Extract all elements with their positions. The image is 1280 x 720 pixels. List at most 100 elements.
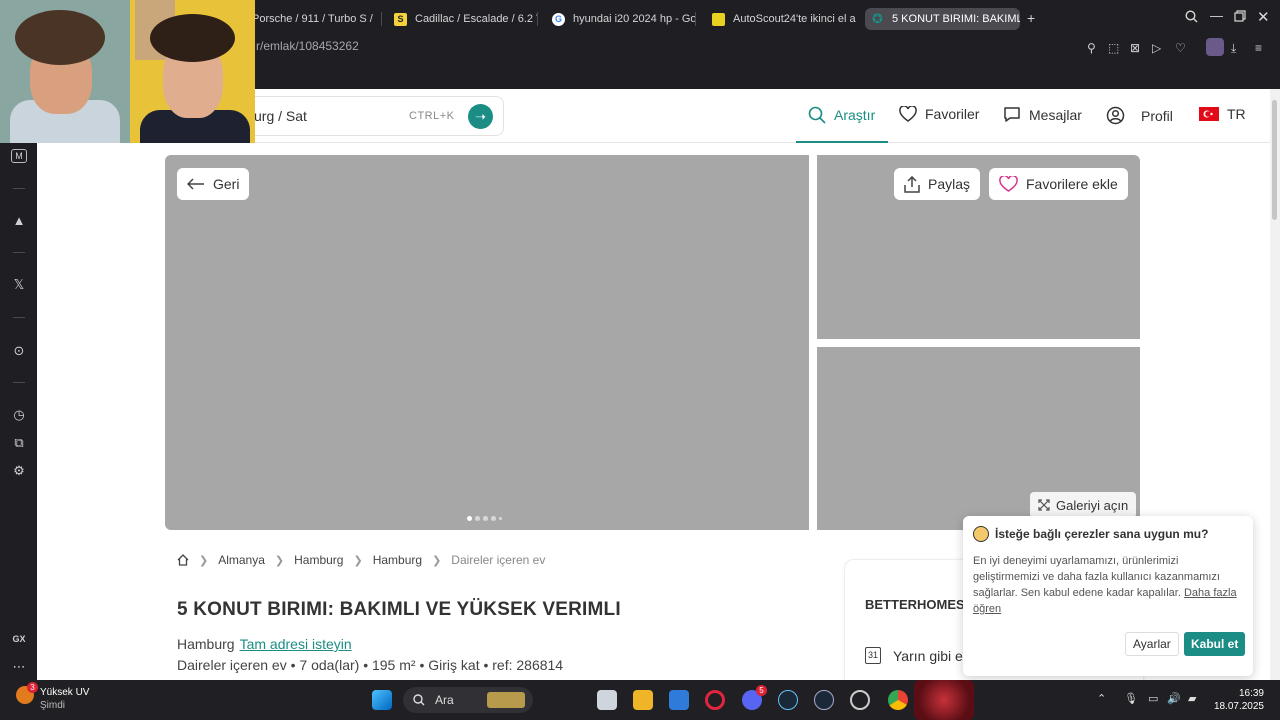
profile-avatar-icon[interactable]	[1206, 38, 1224, 56]
steam-secondary-icon[interactable]	[814, 690, 834, 710]
chrome-icon[interactable]	[888, 690, 908, 710]
windows-start-icon[interactable]	[372, 690, 392, 710]
file-explorer-icon[interactable]	[633, 690, 653, 710]
share-icon	[904, 175, 920, 193]
tab-autoscout[interactable]: AutoScout24'te ikinci el a	[706, 8, 858, 30]
listing-specs: Daireler içeren ev • 7 oda(lar) • 195 m²…	[177, 657, 564, 673]
cookie-settings-button[interactable]: Ayarlar	[1125, 632, 1179, 656]
game-app-icon[interactable]	[914, 680, 974, 720]
tab-title: Cadillac / Escalade / 6.2 V	[415, 13, 538, 25]
weather-badge: 3	[27, 682, 38, 693]
cookie-body-text: En iyi deneyimi uyarlamamızı, ürünlerimi…	[973, 555, 1220, 599]
nav-label: Araştır	[834, 107, 876, 123]
task-view-icon[interactable]	[597, 690, 617, 710]
nav-arastir[interactable]: Araştır	[808, 106, 875, 124]
visit-option[interactable]: 31 Yarın gibi e	[865, 647, 963, 664]
home-icon[interactable]	[177, 554, 189, 566]
cookie-title: İsteğe bağlı çerezler sana uygun mu?	[973, 526, 1208, 542]
display-icon[interactable]: ▭	[1148, 692, 1158, 705]
extensions-icon[interactable]: ⧉	[11, 435, 27, 451]
listing-location: Hamburg Tam adresi isteyin	[177, 636, 352, 652]
breadcrumb-item[interactable]: Hamburg	[373, 553, 422, 567]
open-gallery-label: Galeriyi açın	[1056, 497, 1129, 513]
nav-favoriler[interactable]: Favoriler	[899, 106, 979, 122]
nav-mesajlar[interactable]: Mesajlar	[1003, 106, 1082, 123]
share-label: Paylaş	[928, 176, 971, 192]
sahibinden-favicon-icon: S	[394, 12, 407, 26]
tab-title: 5 KONUT BIRIMI: BAKIMLI	[892, 13, 1020, 25]
nav-profil[interactable]: Profil	[1106, 106, 1173, 125]
gallery-main-image[interactable]	[165, 155, 809, 530]
back-button[interactable]: Geri	[177, 168, 250, 200]
cookie-accept-button[interactable]: Kabul et	[1184, 632, 1246, 656]
aria-icon[interactable]: ▲	[11, 213, 27, 228]
search-tabs-icon[interactable]	[1185, 10, 1198, 26]
search-shortcut: CTRL+K	[409, 110, 455, 122]
volume-icon[interactable]: 🔊	[1167, 692, 1181, 705]
player-icon[interactable]: ⊙	[11, 343, 27, 359]
download-icon[interactable]: ⤓	[1231, 41, 1236, 56]
gx-corner-icon[interactable]: M	[11, 149, 27, 163]
system-clock[interactable]: 16:39 18.07.2025	[1214, 687, 1264, 713]
tab-google[interactable]: G hyundai i20 2024 hp - Go	[546, 8, 696, 30]
close-icon[interactable]: ✕	[1257, 8, 1270, 26]
share-button[interactable]: Paylaş	[894, 168, 981, 200]
open-gallery-button[interactable]: Galeriyi açın	[1030, 492, 1137, 518]
cookie-consent-dialog: İsteğe bağlı çerezler sana uygun mu? En …	[963, 516, 1253, 676]
new-tab-button[interactable]: +	[1027, 10, 1035, 26]
webcam-overlay	[0, 0, 255, 143]
tab-porsche[interactable]: Porsche / 911 / Turbo S /	[246, 8, 382, 30]
taskbar: 3 Yüksek UV Şimdi Ara 5 ⌃ 🎙 ▭ 🔊 ▰ 16:39 1…	[0, 680, 1280, 720]
opera-gx-icon[interactable]	[705, 690, 725, 710]
minimize-icon[interactable]: —	[1210, 8, 1223, 23]
tab-title: AutoScout24'te ikinci el a	[733, 13, 856, 25]
block-ads-icon[interactable]: ⊠	[1130, 41, 1140, 55]
discord-badge: 5	[756, 685, 767, 696]
add-favorite-button[interactable]: Favorilere ekle	[989, 168, 1128, 200]
gallery-dots[interactable]	[467, 516, 502, 521]
x-twitter-icon[interactable]: 𝕏	[11, 277, 27, 293]
battery-icon[interactable]: ▰	[1188, 692, 1196, 705]
more-icon[interactable]: ⋯	[11, 659, 27, 675]
web-page: urg / Sat CTRL+K ➝ Araştır Favoriler Mes…	[37, 89, 1270, 680]
breadcrumb-item[interactable]: Hamburg	[294, 553, 343, 567]
tab-cadillac[interactable]: S Cadillac / Escalade / 6.2 V	[388, 8, 538, 30]
breadcrumb-item[interactable]: Almanya	[218, 553, 265, 567]
nav-language[interactable]: TR	[1199, 106, 1246, 122]
heart-outline-icon	[999, 176, 1018, 192]
clock-time: 16:39	[1238, 688, 1264, 699]
pin-icon[interactable]: ⚲	[1087, 41, 1096, 55]
request-address-link[interactable]: Tam adresi isteyin	[240, 636, 352, 652]
user-icon	[1106, 106, 1125, 125]
url-field[interactable]: r/emlak/108453262	[256, 39, 359, 53]
star-favicon-icon: ✪	[872, 11, 883, 26]
tab-active-listing[interactable]: ✪ 5 KONUT BIRIMI: BAKIMLI	[865, 8, 1020, 30]
history-icon[interactable]: ◷	[11, 407, 27, 423]
tab-title: hyundai i20 2024 hp - Go	[573, 13, 696, 25]
settings-gear-icon[interactable]: ⚙	[11, 463, 27, 479]
taskbar-search[interactable]: Ara	[403, 687, 533, 713]
microphone-icon[interactable]: 🎙	[1124, 692, 1138, 705]
search-submit-button[interactable]: ➝	[468, 104, 493, 129]
gx-label: GX	[12, 634, 26, 644]
menu-icon[interactable]: ≡	[1255, 41, 1262, 55]
show-hidden-icons[interactable]: ⌃	[1097, 692, 1106, 705]
screenshot-icon[interactable]: ⬚	[1108, 41, 1119, 55]
heart-icon[interactable]: ♡	[1175, 41, 1186, 55]
tab-title: Porsche / 911 / Turbo S /	[252, 13, 373, 25]
search-icon	[808, 106, 826, 124]
obs-icon[interactable]	[850, 690, 870, 710]
turkey-flag-icon	[1199, 107, 1219, 121]
arrow-left-icon	[187, 178, 204, 190]
discord-icon[interactable]: 5	[742, 685, 767, 710]
cookie-body: En iyi deneyimi uyarlamamızı, ürünlerimi…	[973, 553, 1238, 617]
microsoft-store-icon[interactable]	[669, 690, 689, 710]
weather-widget[interactable]: 3 Yüksek UV Şimdi	[16, 682, 89, 712]
breadcrumb-current: Daireler içeren ev	[451, 553, 546, 567]
steam-icon[interactable]	[778, 690, 798, 710]
play-icon[interactable]: ▷	[1152, 41, 1161, 55]
restore-icon[interactable]	[1234, 10, 1246, 25]
search-input[interactable]: urg / Sat	[254, 108, 307, 124]
scrollbar-thumb[interactable]	[1272, 100, 1277, 220]
heart-icon	[899, 106, 917, 122]
